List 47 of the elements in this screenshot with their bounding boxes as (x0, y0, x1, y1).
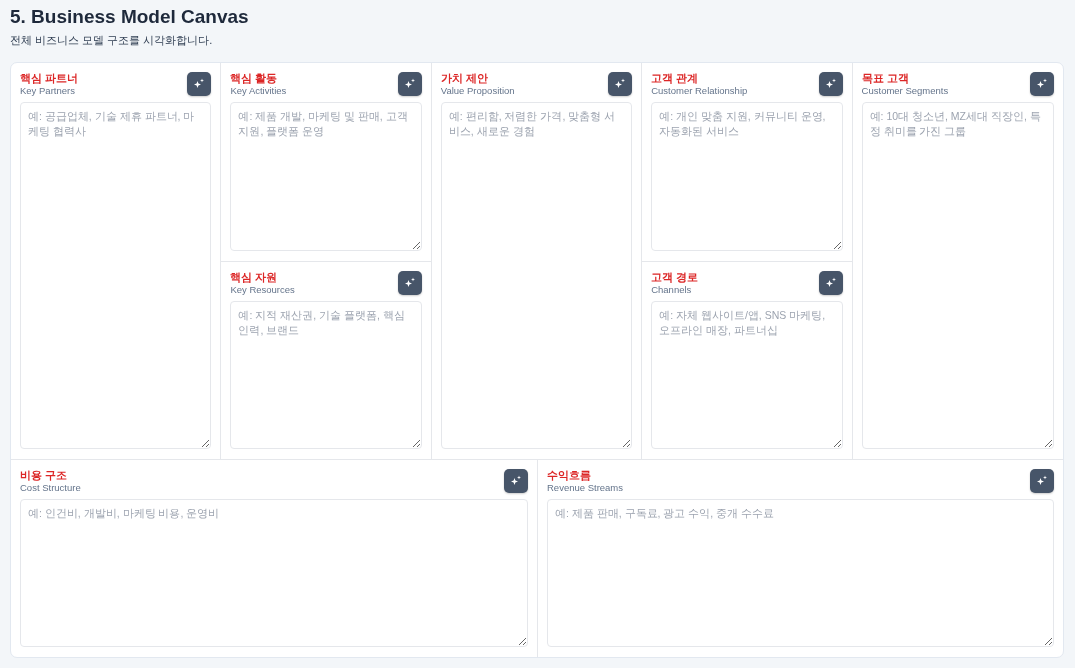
block-title: 핵심 자원 (230, 270, 279, 284)
block-subtitle: Revenue Streams (547, 482, 624, 493)
ai-assist-button[interactable] (818, 270, 843, 295)
block-title: 수익흐름 (547, 469, 592, 482)
page-title: 5. Business Model Canvas (10, 5, 250, 29)
sparkle-icon (824, 78, 837, 90)
sparkle-icon (193, 78, 206, 90)
sparkle-icon (403, 276, 416, 289)
ai-assist-button[interactable] (608, 72, 633, 96)
block-subtitle: Cost Structure (20, 482, 81, 493)
sparkle-icon (510, 475, 522, 487)
block-title: 고객 관계 (651, 72, 700, 85)
block-subtitle: Value Proposition (440, 85, 515, 96)
input-field[interactable]: 예: 개인 맞춤 지원, 커뮤니티 운영, 자동화된 서비스 (651, 102, 843, 251)
ai-assist-button[interactable] (397, 72, 422, 96)
block-subtitle: Key Partners (20, 85, 76, 96)
input-field[interactable]: 예: 제품 개발, 마케팅 및 판매, 고객 지원, 플랫폼 운영 (230, 102, 422, 251)
block-title: 목표 고객 (861, 72, 910, 85)
sparkle-icon (824, 276, 837, 289)
ai-assist-button[interactable] (1030, 469, 1054, 493)
block-title: 가치 제안 (440, 72, 489, 85)
sparkle-icon (403, 78, 416, 90)
input-field[interactable]: 예: 인건비, 개발비, 마케팅 비용, 운영비 (20, 499, 528, 647)
ai-assist-button[interactable] (187, 72, 212, 96)
block-title: 핵심 활동 (230, 72, 279, 85)
input-field[interactable]: 예: 편리함, 저렴한 가격, 맞춤형 서비스, 새로운 경험 (440, 102, 633, 449)
input-field[interactable]: 예: 10대 청소년, MZ세대 직장인, 특정 취미를 가진 그룹 (861, 102, 1054, 449)
input-field[interactable]: 예: 자체 웹사이트/앱, SNS 마케팅, 오프라인 매장, 파트너십 (651, 300, 843, 449)
block-title: 비용 구조 (20, 469, 69, 482)
block-subtitle: Customer Relationship (651, 85, 748, 96)
ai-assist-button[interactable] (397, 270, 422, 295)
page-subtitle: 전체 비즈니스 모델 구조를 시각화합니다. (10, 33, 214, 48)
ai-assist-button[interactable] (504, 469, 528, 493)
ai-assist-button[interactable] (818, 72, 843, 96)
block-subtitle: Customer Segments (861, 85, 949, 96)
ai-assist-button[interactable] (1030, 72, 1054, 96)
block-title: 핵심 파트너 (20, 72, 79, 85)
input-field[interactable]: 예: 공급업체, 기술 제휴 파트너, 마케팅 협력사 (20, 102, 212, 449)
input-field[interactable]: 예: 지적 재산권, 기술 플랫폼, 핵심 인력, 브랜드 (230, 300, 422, 449)
sparkle-icon (1036, 78, 1048, 90)
block-title: 고객 경로 (651, 270, 699, 284)
block-subtitle: Channels (651, 283, 693, 295)
block-subtitle: Key Activities (230, 85, 287, 96)
sparkle-icon (1036, 475, 1048, 487)
input-field[interactable]: 예: 제품 판매, 구독료, 광고 수익, 중개 수수료 (547, 499, 1054, 647)
sparkle-icon (614, 78, 627, 90)
block-subtitle: Key Resources (230, 283, 295, 295)
